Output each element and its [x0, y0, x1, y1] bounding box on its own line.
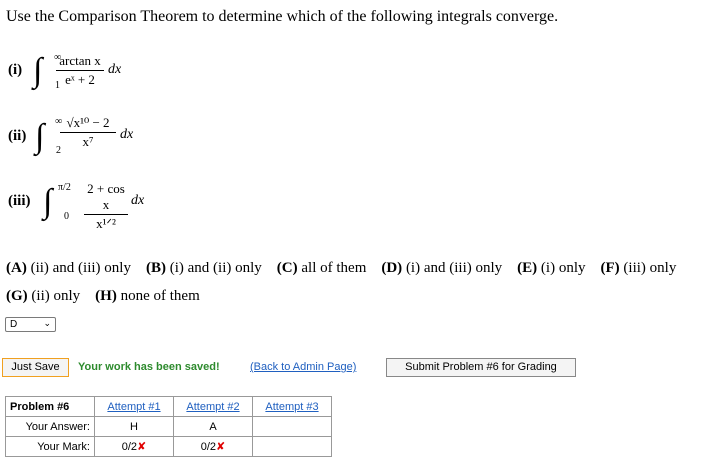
upper-limit-iii: π/2 — [58, 182, 71, 193]
fraction-iii: 2 + cos x x¹ᐟ² — [84, 181, 128, 232]
attempt-3-link[interactable]: Attempt #3 — [265, 401, 318, 413]
integral-label-i: (i) — [8, 62, 23, 78]
integral-label-ii: (ii) — [8, 128, 27, 144]
integral-label-iii: (iii) — [8, 193, 31, 209]
attempt-2-link[interactable]: Attempt #2 — [186, 401, 239, 413]
numerator-ii: √x¹⁰ − 2 — [60, 115, 116, 133]
choice-b: (B) (i) and (ii) only — [145, 260, 262, 276]
dx-iii: dx — [131, 193, 145, 208]
fraction-i: arctan x eˣ + 2 — [56, 53, 104, 88]
submit-problem-button[interactable]: Submit Problem #6 for Grading — [386, 358, 576, 377]
attempt-1-answer: H — [94, 416, 174, 437]
attempt-2-answer: A — [173, 416, 253, 437]
integral-sign-i: ∫ — [33, 52, 43, 89]
denominator-iii: x¹ᐟ² — [96, 216, 116, 231]
choice-a: (A) (ii) and (iii) only — [6, 260, 131, 276]
denominator-ii: x⁷ — [82, 134, 94, 149]
wrong-x-icon: ✘ — [137, 441, 147, 453]
your-answer-row: Your Answer: H A — [5, 416, 332, 437]
your-answer-label: Your Answer: — [5, 416, 95, 437]
dx-i: dx — [108, 62, 122, 77]
choice-g: (G) (ii) only — [6, 288, 81, 304]
attempt-2-header[interactable]: Attempt #2 — [173, 396, 253, 417]
your-mark-label: Your Mark: — [5, 436, 95, 457]
choice-f: (F) (iii) only — [600, 260, 677, 276]
answer-choices: (A) (ii) and (iii) only (B) (i) and (ii)… — [6, 254, 716, 310]
your-mark-row: Your Mark: 0/2✘ 0/2✘ — [5, 436, 332, 457]
choice-h: (H) none of them — [95, 288, 200, 304]
saved-status-message: Your work has been saved! — [78, 361, 220, 373]
choice-d: (D) (i) and (iii) only — [381, 260, 503, 276]
answer-dropdown-value: D — [10, 319, 18, 330]
attempt-3-mark — [252, 436, 332, 457]
fraction-ii: √x¹⁰ − 2 x⁷ — [60, 115, 116, 150]
numerator-iii: 2 + cos x — [84, 181, 128, 215]
choice-c: (C) all of them — [276, 260, 367, 276]
question-text: Use the Comparison Theorem to determine … — [6, 8, 559, 25]
problem-header: Problem #6 — [5, 396, 95, 417]
back-to-admin-link[interactable]: (Back to Admin Page) — [250, 361, 356, 373]
chevron-down-icon: ⌄ — [43, 318, 51, 328]
numerator-i: arctan x — [56, 53, 104, 71]
just-save-button[interactable]: Just Save — [2, 358, 69, 377]
integral-sign-ii: ∫ — [35, 118, 45, 155]
lower-limit-iii: 0 — [64, 211, 69, 222]
answer-dropdown[interactable]: D ⌄ — [5, 317, 56, 332]
attempt-3-answer — [252, 416, 332, 437]
attempts-table: Problem #6 Attempt #1 Attempt #2 Attempt… — [5, 396, 332, 457]
denominator-i: eˣ + 2 — [65, 72, 95, 87]
dx-ii: dx — [120, 127, 134, 142]
attempts-header-row: Problem #6 Attempt #1 Attempt #2 Attempt… — [5, 396, 332, 417]
attempt-3-header[interactable]: Attempt #3 — [252, 396, 332, 417]
choice-e: (E) (i) only — [517, 260, 586, 276]
attempt-1-header[interactable]: Attempt #1 — [94, 396, 174, 417]
integral-sign-iii: ∫ — [43, 183, 53, 220]
wrong-x-icon: ✘ — [216, 441, 226, 453]
attempt-1-link[interactable]: Attempt #1 — [107, 401, 160, 413]
attempt-1-mark: 0/2✘ — [94, 436, 174, 457]
attempt-2-mark: 0/2✘ — [173, 436, 253, 457]
